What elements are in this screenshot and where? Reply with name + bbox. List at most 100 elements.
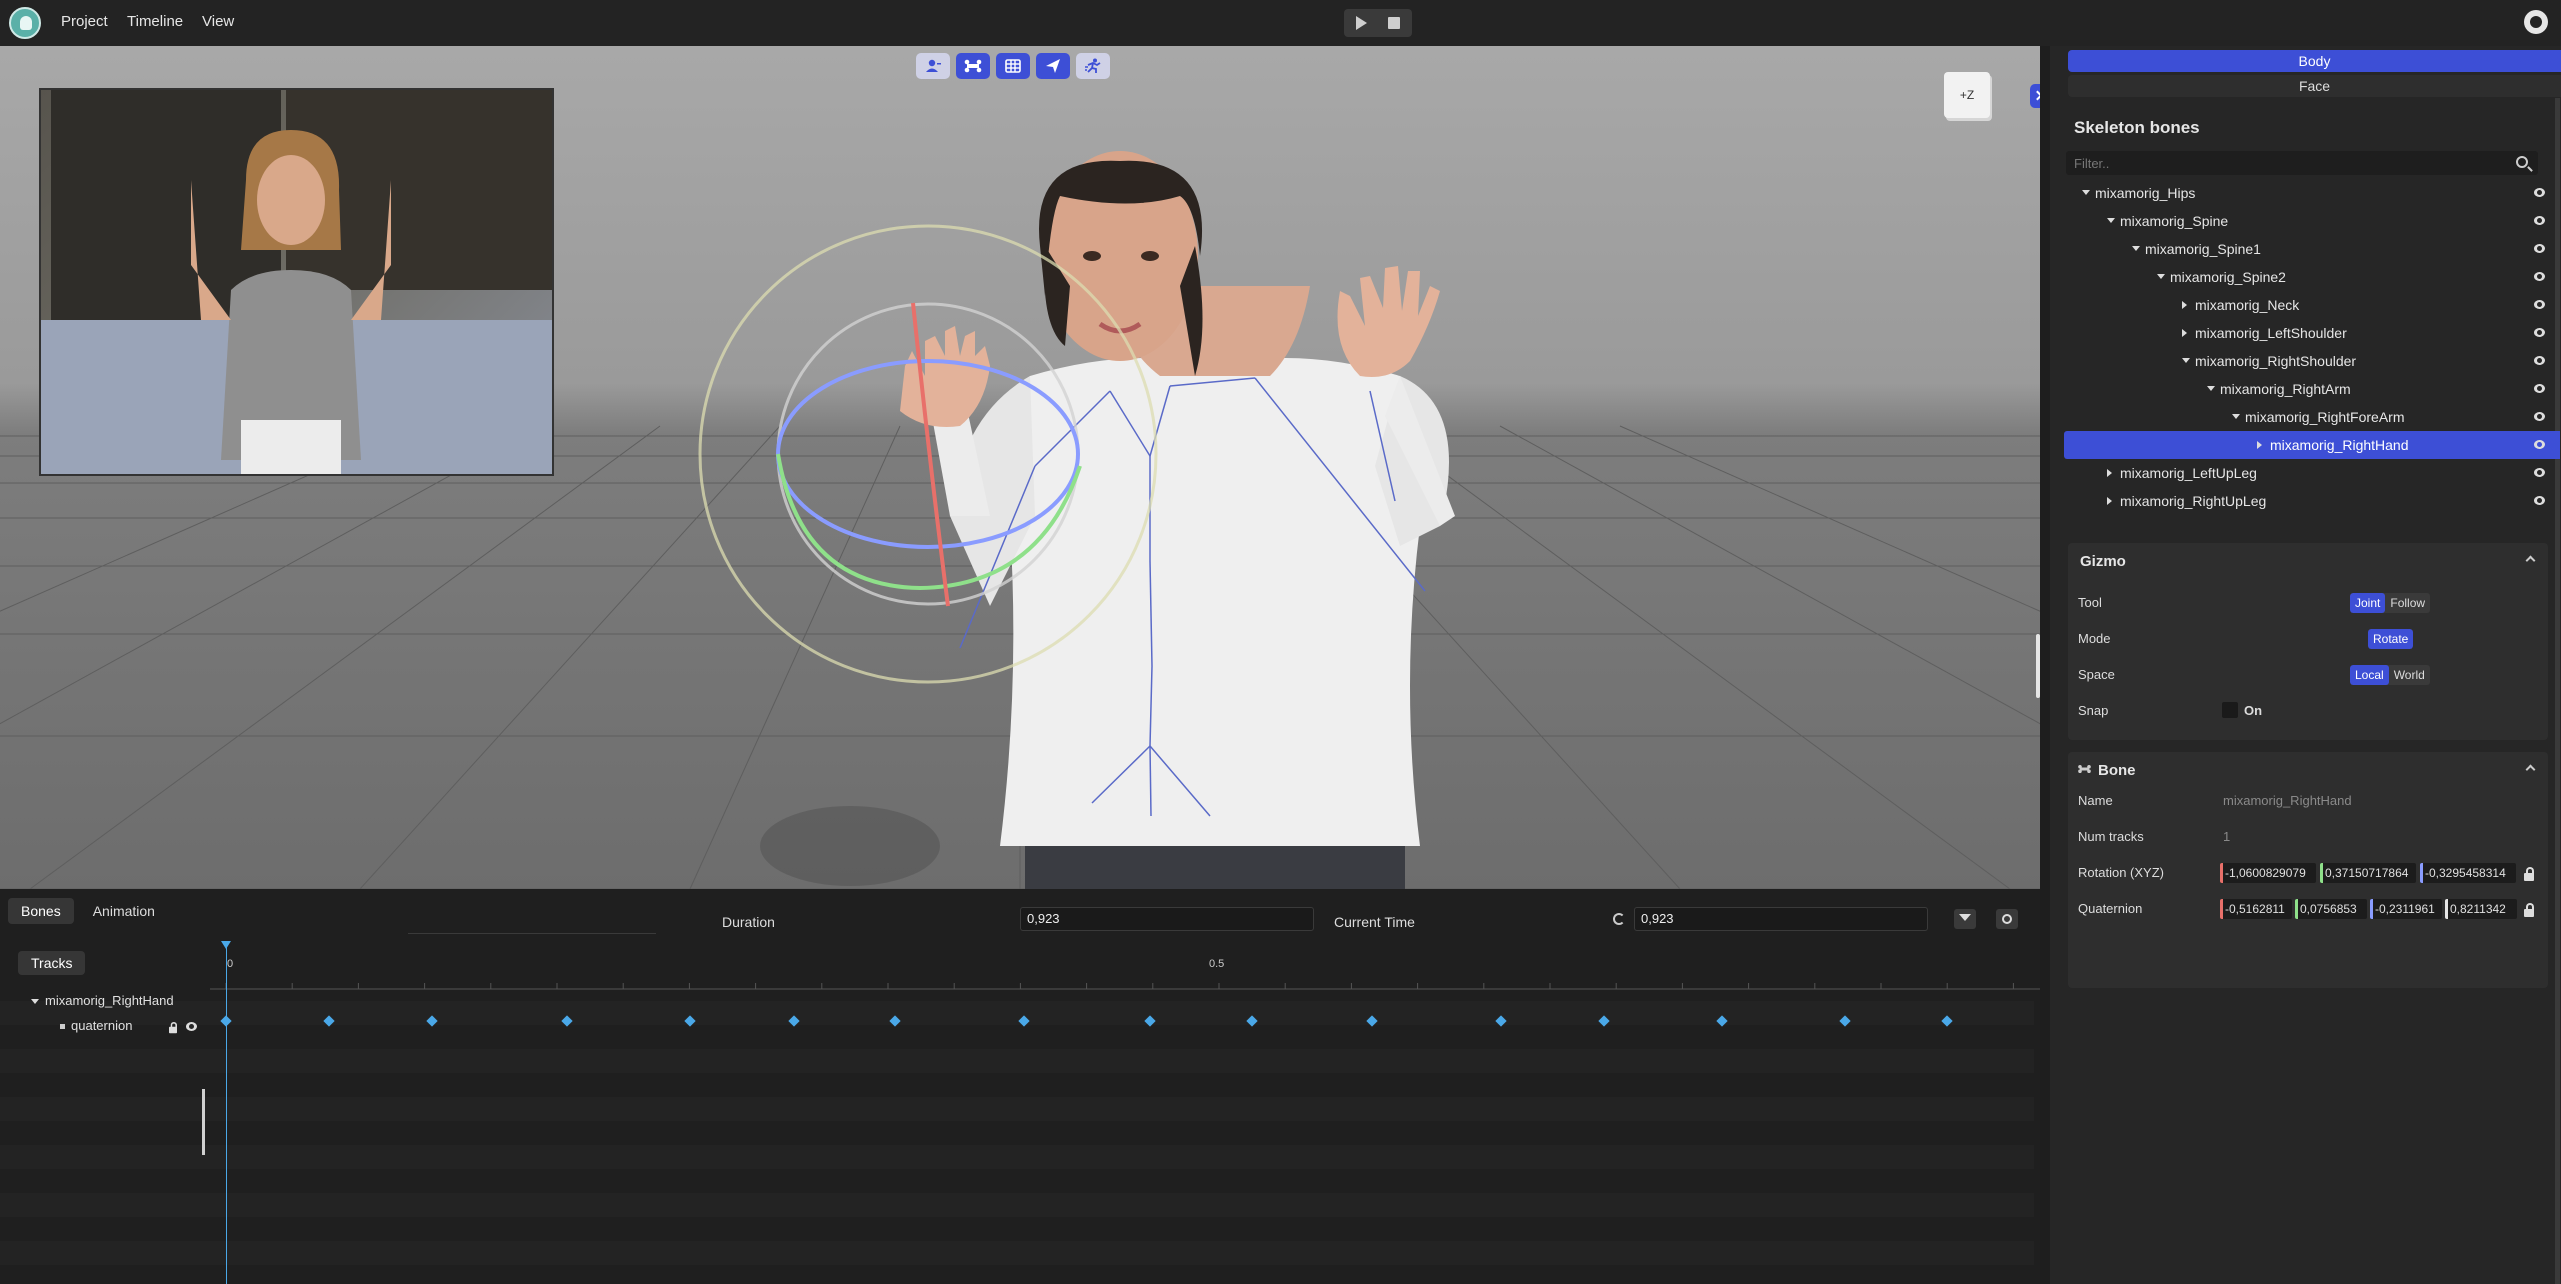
bone-row[interactable]: mixamorig_RightHand xyxy=(2064,431,2560,459)
bone-row[interactable]: mixamorig_Spine1 xyxy=(2064,235,2560,263)
keyframe-marker[interactable] xyxy=(1839,1015,1851,1027)
caret-down-icon[interactable] xyxy=(2132,246,2140,251)
tab-body[interactable]: Body xyxy=(2068,50,2561,72)
view-cube[interactable]: +Z xyxy=(1944,72,1990,118)
toggle-character-button[interactable] xyxy=(916,53,950,79)
tracks-header[interactable]: Tracks xyxy=(18,951,86,975)
space-option-local[interactable]: Local xyxy=(2350,665,2389,685)
caret-right-icon[interactable] xyxy=(2107,469,2112,477)
keyframe-marker[interactable] xyxy=(1246,1015,1258,1027)
duration-input[interactable]: 0,923 xyxy=(1020,907,1314,931)
keyframe-marker[interactable] xyxy=(1716,1015,1728,1027)
play-icon[interactable] xyxy=(1356,16,1367,30)
quaternion-z-field[interactable]: -0,2311961 xyxy=(2370,899,2442,919)
current-time-input[interactable]: 0,923 xyxy=(1634,907,1928,931)
3d-viewport[interactable]: +Z xyxy=(0,46,2040,889)
tab-bones[interactable]: Bones xyxy=(8,898,74,924)
bone-row[interactable]: mixamorig_RightUpLeg xyxy=(2064,487,2560,515)
bone-row[interactable]: mixamorig_Spine2 xyxy=(2064,263,2560,291)
eye-icon[interactable] xyxy=(2534,300,2545,309)
track-group-label[interactable]: mixamorig_RightHand xyxy=(31,993,174,1008)
github-icon[interactable] xyxy=(2524,10,2548,34)
caret-down-icon[interactable] xyxy=(2082,190,2090,195)
toggle-pose-button[interactable] xyxy=(1076,53,1110,79)
rotation-z-field[interactable]: -0,3295458314 xyxy=(2420,863,2516,883)
keyframe-marker[interactable] xyxy=(426,1015,438,1027)
keyframe-marker[interactable] xyxy=(1941,1015,1953,1027)
bone-row[interactable]: mixamorig_Spine xyxy=(2064,207,2560,235)
bone-row[interactable]: mixamorig_RightArm xyxy=(2064,375,2560,403)
caret-down-icon[interactable] xyxy=(2207,386,2215,391)
chevron-up-icon[interactable] xyxy=(2525,764,2536,775)
track-lock-icon[interactable] xyxy=(169,1022,177,1034)
mode-option-rotate[interactable]: Rotate xyxy=(2368,629,2414,649)
caret-down-icon[interactable] xyxy=(2157,274,2165,279)
bone-row[interactable]: mixamorig_Hips xyxy=(2064,179,2560,207)
eye-icon[interactable] xyxy=(2534,272,2545,281)
tool-option-follow[interactable]: Follow xyxy=(2385,593,2430,613)
caret-right-icon[interactable] xyxy=(2182,301,2187,309)
collapse-panel-icon[interactable] xyxy=(2030,84,2040,108)
keyframe-marker[interactable] xyxy=(1598,1015,1610,1027)
eye-icon[interactable] xyxy=(2534,356,2545,365)
menu-project[interactable]: Project xyxy=(61,13,108,30)
playhead[interactable] xyxy=(226,945,227,1284)
keyframe-marker[interactable] xyxy=(1495,1015,1507,1027)
caret-down-icon[interactable] xyxy=(31,999,39,1005)
keyframe-marker[interactable] xyxy=(1366,1015,1378,1027)
eye-icon[interactable] xyxy=(2534,440,2545,449)
tool-option-joint[interactable]: Joint xyxy=(2350,593,2386,613)
caret-down-icon[interactable] xyxy=(2182,358,2190,363)
menu-view[interactable]: View xyxy=(202,13,234,30)
keyframe-lane[interactable] xyxy=(210,1007,2040,1037)
toggle-grid-button[interactable] xyxy=(996,53,1030,79)
bone-filter-input[interactable] xyxy=(2074,155,2504,171)
track-eye-icon[interactable] xyxy=(186,1022,197,1031)
snap-checkbox[interactable] xyxy=(2222,702,2238,718)
bone-row[interactable]: mixamorig_LeftShoulder xyxy=(2064,319,2560,347)
eye-icon[interactable] xyxy=(2534,468,2545,477)
keyframe-marker[interactable] xyxy=(684,1015,696,1027)
space-option-world[interactable]: World xyxy=(2389,665,2430,685)
rotation-x-field[interactable]: -1,0600829079 xyxy=(2220,863,2316,883)
bone-row[interactable]: mixamorig_LeftUpLeg xyxy=(2064,459,2560,487)
caret-right-icon[interactable] xyxy=(2107,497,2112,505)
toggle-gizmo-button[interactable] xyxy=(1036,53,1070,79)
chevron-up-icon[interactable] xyxy=(2525,555,2536,566)
rotation-y-field[interactable]: 0,37150717864 xyxy=(2320,863,2416,883)
tab-face[interactable]: Face xyxy=(2068,75,2561,97)
eye-icon[interactable] xyxy=(2534,216,2545,225)
keyframe-marker[interactable] xyxy=(1144,1015,1156,1027)
eye-icon[interactable] xyxy=(2534,244,2545,253)
caret-right-icon[interactable] xyxy=(2182,329,2187,337)
menu-timeline[interactable]: Timeline xyxy=(127,13,183,30)
caret-right-icon[interactable] xyxy=(2257,441,2262,449)
reset-icon[interactable] xyxy=(1613,913,1625,925)
track-label[interactable]: quaternion xyxy=(60,1018,132,1033)
lock-icon[interactable] xyxy=(2524,903,2534,917)
eye-icon[interactable] xyxy=(2534,412,2545,421)
bone-row[interactable]: mixamorig_RightForeArm xyxy=(2064,403,2560,431)
keyframe-marker[interactable] xyxy=(561,1015,573,1027)
eye-icon[interactable] xyxy=(2534,188,2545,197)
caret-down-icon[interactable] xyxy=(2107,218,2115,223)
caret-down-icon[interactable] xyxy=(2232,414,2240,419)
tab-animation[interactable]: Animation xyxy=(80,898,168,924)
toggle-skeleton-button[interactable] xyxy=(956,53,990,79)
bone-row[interactable]: mixamorig_RightShoulder xyxy=(2064,347,2560,375)
stop-icon[interactable] xyxy=(1388,17,1400,29)
search-icon[interactable] xyxy=(2516,156,2528,168)
timeline-scrollbar[interactable] xyxy=(202,1089,205,1155)
time-ruler[interactable]: 0 0.5 xyxy=(210,945,2040,995)
keyframe-marker[interactable] xyxy=(889,1015,901,1027)
settings-button[interactable] xyxy=(1996,909,2018,929)
lock-icon[interactable] xyxy=(2524,867,2534,881)
keyframe-marker[interactable] xyxy=(323,1015,335,1027)
viewport-scrollbar[interactable] xyxy=(2036,634,2040,698)
filter-button[interactable] xyxy=(1954,909,1976,929)
keyframe-marker[interactable] xyxy=(1018,1015,1030,1027)
quaternion-x-field[interactable]: -0,5162811 xyxy=(2220,899,2292,919)
quaternion-w-field[interactable]: 0,8211342 xyxy=(2445,899,2517,919)
quaternion-y-field[interactable]: 0,0756853 xyxy=(2295,899,2367,919)
playhead-marker-icon[interactable] xyxy=(221,941,231,949)
